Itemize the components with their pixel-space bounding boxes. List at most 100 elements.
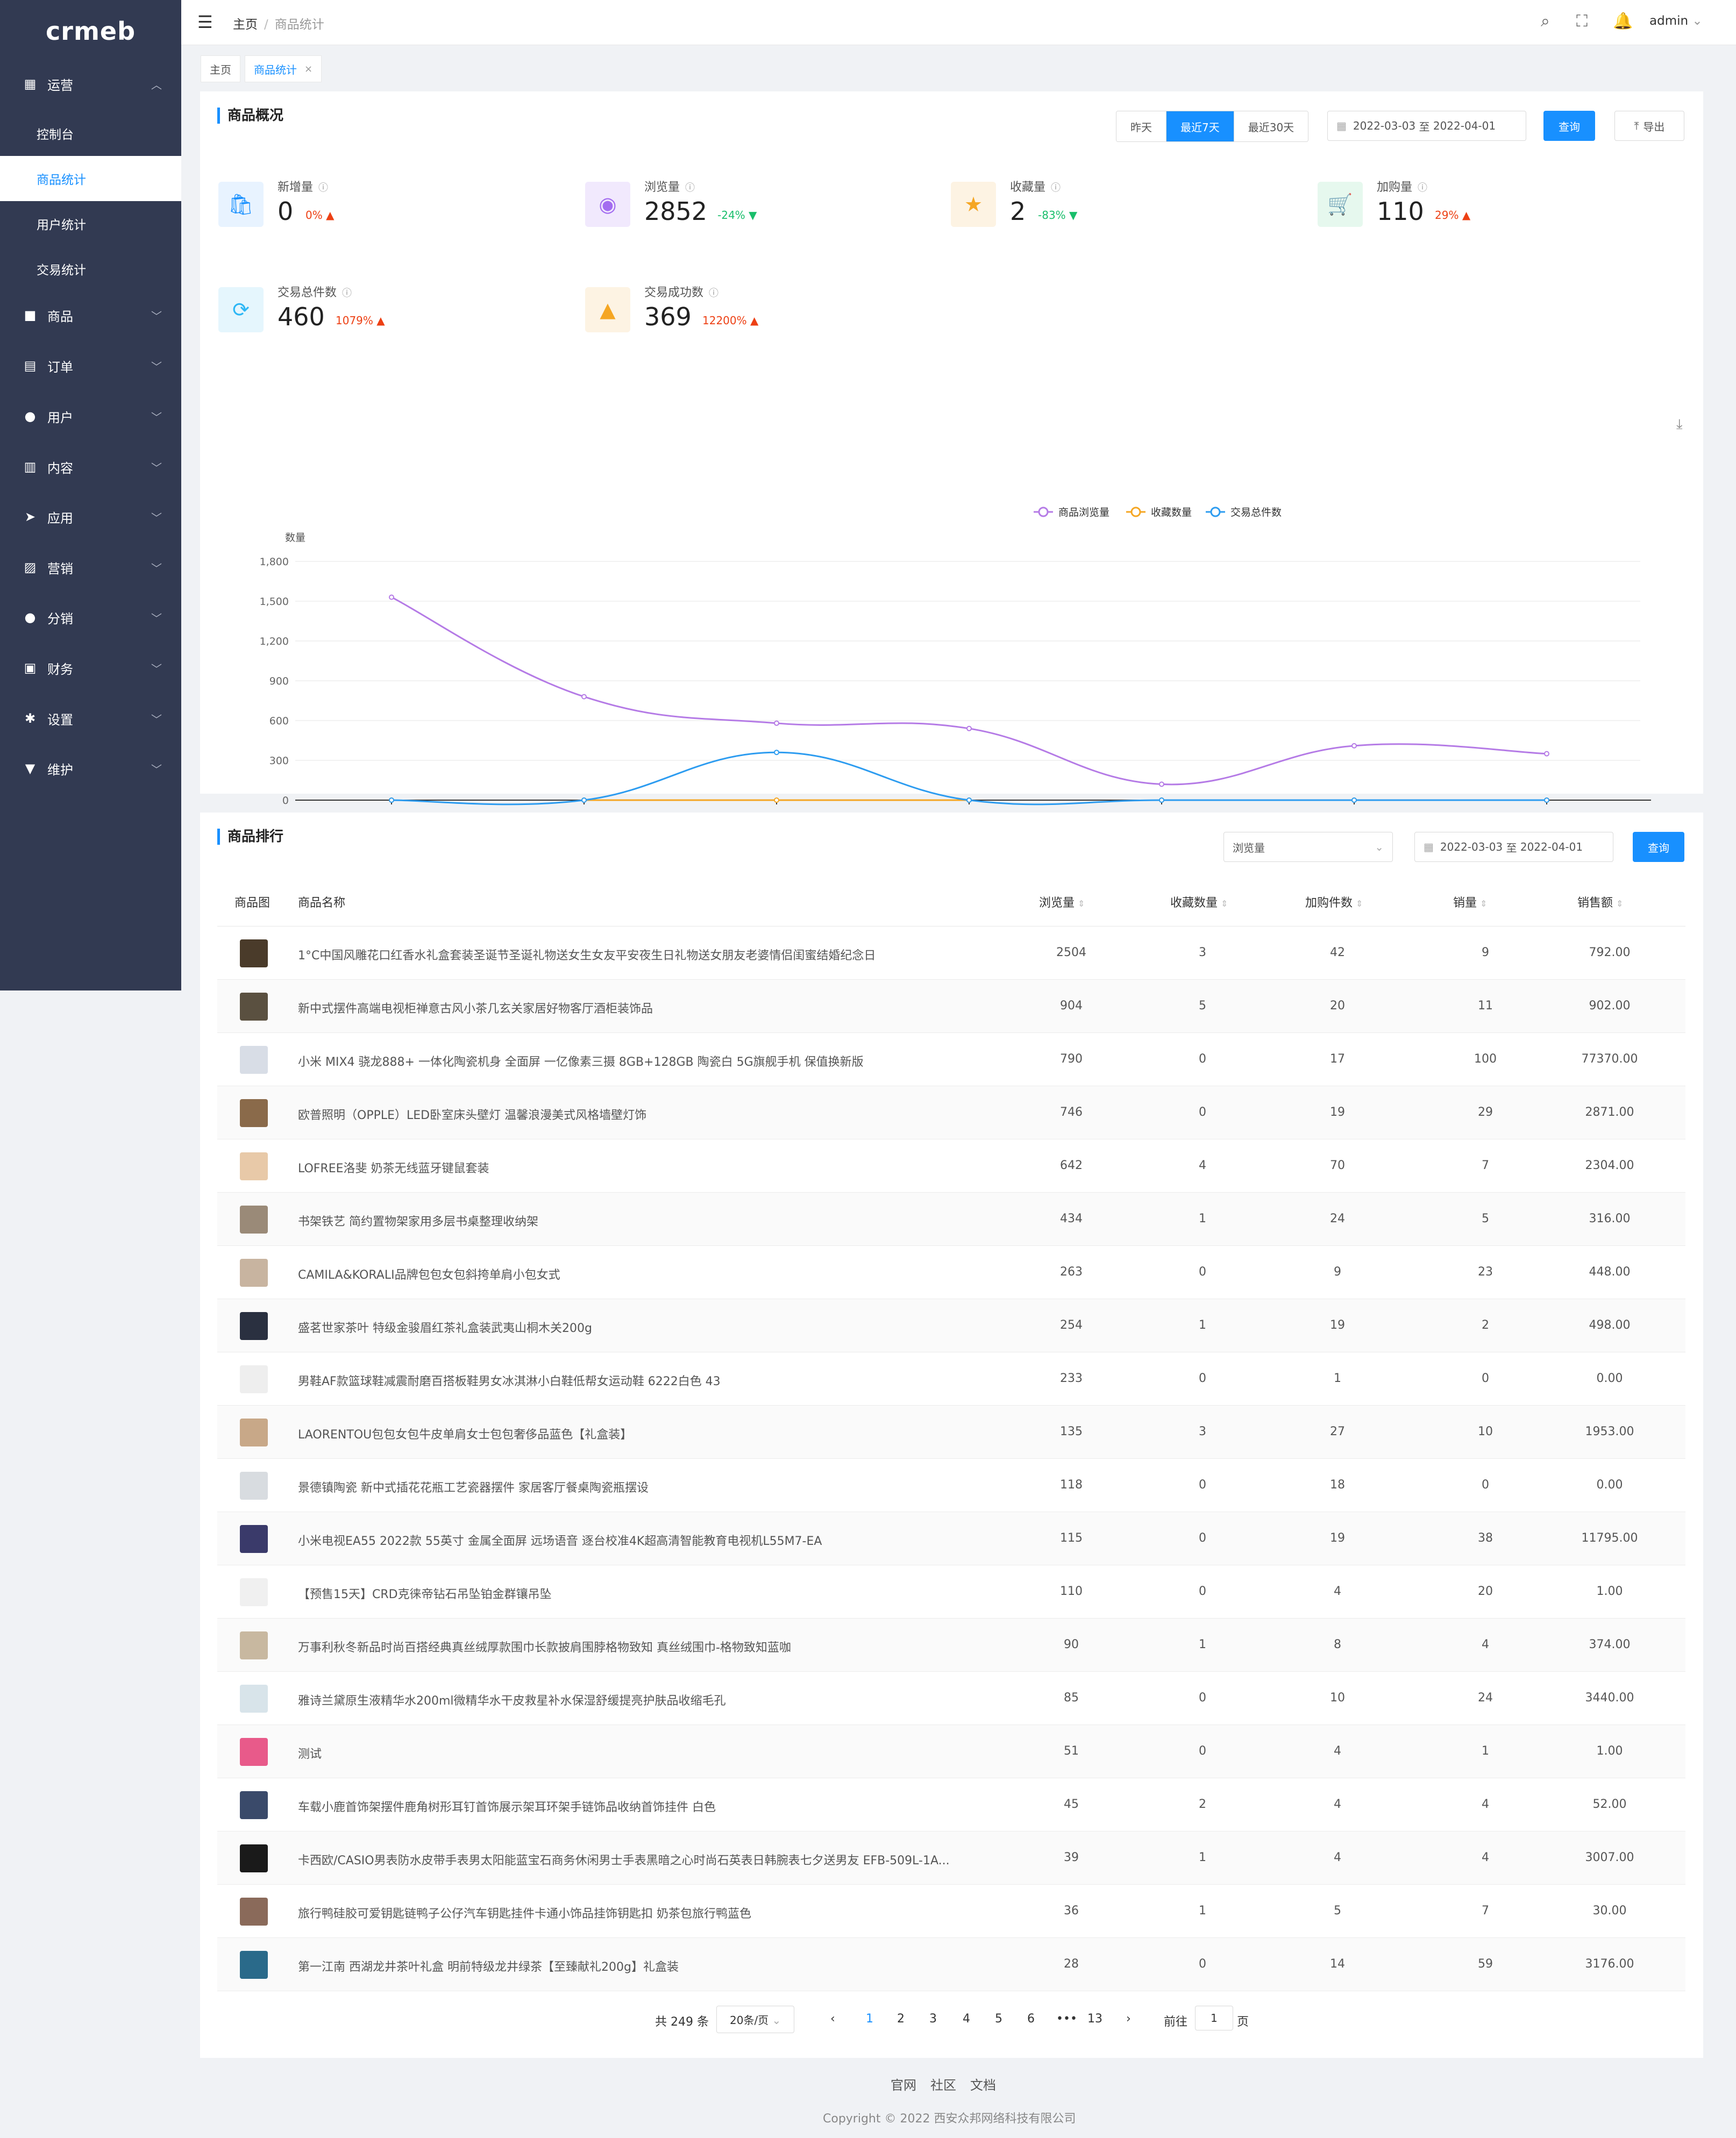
footer-link-official[interactable]: 官网 bbox=[891, 2078, 916, 2093]
stat-label: 新增量 ⓘ bbox=[278, 177, 328, 195]
stat-label: 交易总件数 ⓘ bbox=[278, 283, 352, 300]
help-icon[interactable]: ⓘ bbox=[685, 182, 695, 194]
sidebar-group-5[interactable]: ➤ 应用 ﹀ bbox=[0, 492, 181, 541]
prev-page-button[interactable]: ‹ bbox=[830, 2012, 835, 2026]
sidebar-group-2[interactable]: ▤ 订单 ﹀ bbox=[0, 341, 181, 390]
help-icon[interactable]: ⓘ bbox=[709, 288, 718, 299]
query-button[interactable]: 查询 bbox=[1543, 111, 1595, 141]
chevron-down-icon: ﹀ bbox=[151, 511, 162, 524]
page-size-value: 20条/页 bbox=[730, 2014, 769, 2027]
page-2[interactable]: 2 bbox=[897, 2012, 905, 2026]
product-name: 第一江南 西湖龙井茶叶礼盒 明前特级龙井绿茶【至臻献礼200g】礼盒装 bbox=[298, 1961, 679, 1974]
download-icon[interactable]: ⤓ bbox=[1676, 416, 1683, 433]
page-5[interactable]: 5 bbox=[995, 2012, 1002, 2026]
next-page-button[interactable]: › bbox=[1126, 2012, 1131, 2026]
bell-icon[interactable]: 🔔 bbox=[1613, 12, 1633, 31]
help-icon[interactable]: ⓘ bbox=[1418, 182, 1427, 194]
fullscreen-icon[interactable]: ⛶ bbox=[1576, 12, 1588, 31]
export-button[interactable]: ⤒ 导出 bbox=[1614, 111, 1684, 141]
sidebar-sub-item-0[interactable]: 控制台 bbox=[0, 111, 181, 156]
stat-card: 🛍 新增量 ⓘ 0 0% ▲ bbox=[218, 177, 552, 237]
page-3[interactable]: 3 bbox=[929, 2012, 937, 2026]
sidebar-group-10[interactable]: ▼ 维护 ﹀ bbox=[0, 744, 181, 793]
arrow-down-icon: ▼ bbox=[1069, 209, 1078, 222]
user-menu[interactable]: admin ⌄ bbox=[1649, 14, 1703, 28]
page-4[interactable]: 4 bbox=[963, 2012, 970, 2026]
sidebar-group-label: 分销 bbox=[47, 611, 73, 626]
cell-views: 434 bbox=[1060, 1212, 1083, 1225]
stat-change: 29% ▲ bbox=[1435, 209, 1470, 222]
cell-fav: 0 bbox=[1199, 1478, 1206, 1492]
overview-title: 商品概况 bbox=[217, 108, 283, 124]
table-header: 商品图 商品名称 浏览量 ⇕ 收藏数量 ⇕ 加购件数 ⇕ 销量 ⇕ 销售额 ⇕ bbox=[217, 873, 1685, 927]
user-name: admin bbox=[1649, 14, 1689, 28]
refresh-icon: ⟳ bbox=[218, 287, 264, 332]
sidebar-group-8[interactable]: ▣ 财务 ﹀ bbox=[0, 643, 181, 693]
sidebar-group-0[interactable]: ▦ 运营 ︿ bbox=[0, 59, 181, 109]
col-sales[interactable]: 销量 ⇕ bbox=[1453, 893, 1487, 910]
y-axis-label: 数量 bbox=[285, 532, 305, 544]
range-30days[interactable]: 最近30天 bbox=[1234, 111, 1308, 141]
sidebar-group-4[interactable]: ▥ 内容 ﹀ bbox=[0, 442, 181, 491]
sidebar-group-7[interactable]: ● 分销 ﹀ bbox=[0, 593, 181, 642]
goto-page-input[interactable]: 1 bbox=[1195, 2006, 1233, 2030]
page-size-select[interactable]: 20条/页 ⌄ bbox=[716, 2006, 795, 2033]
range-7days[interactable]: 最近7天 bbox=[1166, 111, 1234, 141]
date-sep: 至 bbox=[1506, 841, 1517, 854]
stat-value: 110 bbox=[1377, 197, 1424, 226]
chevron-down-icon: ﹀ bbox=[151, 561, 162, 575]
y-tick-label: 300 bbox=[269, 755, 289, 767]
help-icon[interactable]: ⓘ bbox=[1051, 182, 1061, 194]
cell-sales: 38 bbox=[1478, 1531, 1493, 1545]
stat-value: 2852 bbox=[644, 197, 708, 226]
sidebar-group-6[interactable]: ▨ 营销 ﹀ bbox=[0, 543, 181, 592]
table-row: 小米电视EA55 2022款 55英寸 金属全面屏 远场语音 逐台校准4K超高清… bbox=[217, 1512, 1685, 1565]
date-range-picker[interactable]: ▦ 2022-03-03 至 2022-04-01 bbox=[1327, 111, 1526, 141]
cell-views: 2504 bbox=[1056, 946, 1086, 959]
legend-marker bbox=[1130, 507, 1141, 517]
metric-select[interactable]: 浏览量 ⌄ bbox=[1223, 832, 1393, 862]
help-icon[interactable]: ⓘ bbox=[342, 288, 352, 299]
table-row: 万事利秋冬新品时尚百搭经典真丝绒厚款围巾长款披肩围脖格物致知 真丝绒围巾-格物致… bbox=[217, 1619, 1685, 1672]
data-point bbox=[581, 694, 587, 700]
col-views[interactable]: 浏览量 ⇕ bbox=[1039, 893, 1085, 910]
sidebar-sub-item-3[interactable]: 交易统计 bbox=[0, 246, 181, 291]
help-icon[interactable]: ⓘ bbox=[318, 182, 328, 194]
menu-toggle-icon[interactable]: ☰ bbox=[197, 12, 213, 32]
footer-link-community[interactable]: 社区 bbox=[930, 2078, 956, 2093]
breadcrumb-home[interactable]: 主页 bbox=[233, 18, 258, 32]
search-icon[interactable]: ⌕ bbox=[1541, 12, 1550, 31]
product-name: 雅诗兰黛原生液精华水200ml微精华水干皮救星补水保湿舒缓提亮护肤品收缩毛孔 bbox=[298, 1694, 726, 1708]
cell-amount: 1.00 bbox=[1596, 1744, 1623, 1758]
handshake-icon: ▲ bbox=[585, 287, 630, 332]
stat-card: ◉ 浏览量 ⓘ 2852 -24% ▼ bbox=[585, 177, 919, 237]
page-6[interactable]: 6 bbox=[1027, 2012, 1035, 2026]
tab-product-stats[interactable]: 商品统计 × bbox=[245, 55, 322, 82]
data-point bbox=[966, 797, 972, 803]
tab-home[interactable]: 主页 bbox=[201, 55, 240, 82]
ranking-query-button[interactable]: 查询 bbox=[1633, 832, 1684, 862]
col-amount[interactable]: 销售额 ⇕ bbox=[1577, 893, 1623, 910]
cart-icon: 🛒 bbox=[1318, 182, 1363, 227]
chevron-down-icon: ﹀ bbox=[151, 712, 162, 726]
sidebar-sub-item-1[interactable]: 商品统计 bbox=[0, 156, 181, 201]
product-thumbnail bbox=[240, 1685, 268, 1713]
stat-value: 2 bbox=[1010, 197, 1026, 226]
sort-icon: ⇕ bbox=[1221, 899, 1228, 909]
shopping-bag-icon: ■ bbox=[24, 308, 37, 323]
product-name: 盛茗世家茶叶 特级金骏眉红茶礼盒装武夷山桐木关200g bbox=[298, 1322, 592, 1335]
page-1[interactable]: 1 bbox=[866, 2012, 873, 2026]
ranking-date-picker[interactable]: ▦ 2022-03-03 至 2022-04-01 bbox=[1414, 832, 1613, 862]
page-13[interactable]: 13 bbox=[1087, 2012, 1102, 2026]
product-thumbnail bbox=[240, 1951, 268, 1979]
range-yesterday[interactable]: 昨天 bbox=[1116, 111, 1166, 141]
col-favorites[interactable]: 收藏数量 ⇕ bbox=[1170, 893, 1228, 910]
col-cart[interactable]: 加购件数 ⇕ bbox=[1305, 893, 1363, 910]
footer-link-docs[interactable]: 文档 bbox=[970, 2078, 996, 2093]
sidebar-group-1[interactable]: ■ 商品 ﹀ bbox=[0, 290, 181, 340]
sidebar-group-9[interactable]: ✱ 设置 ﹀ bbox=[0, 694, 181, 743]
close-icon[interactable]: × bbox=[304, 63, 312, 75]
cell-sales: 4 bbox=[1482, 1851, 1489, 1864]
sidebar-group-3[interactable]: ● 用户 ﹀ bbox=[0, 391, 181, 441]
sidebar-sub-item-2[interactable]: 用户统计 bbox=[0, 201, 181, 246]
